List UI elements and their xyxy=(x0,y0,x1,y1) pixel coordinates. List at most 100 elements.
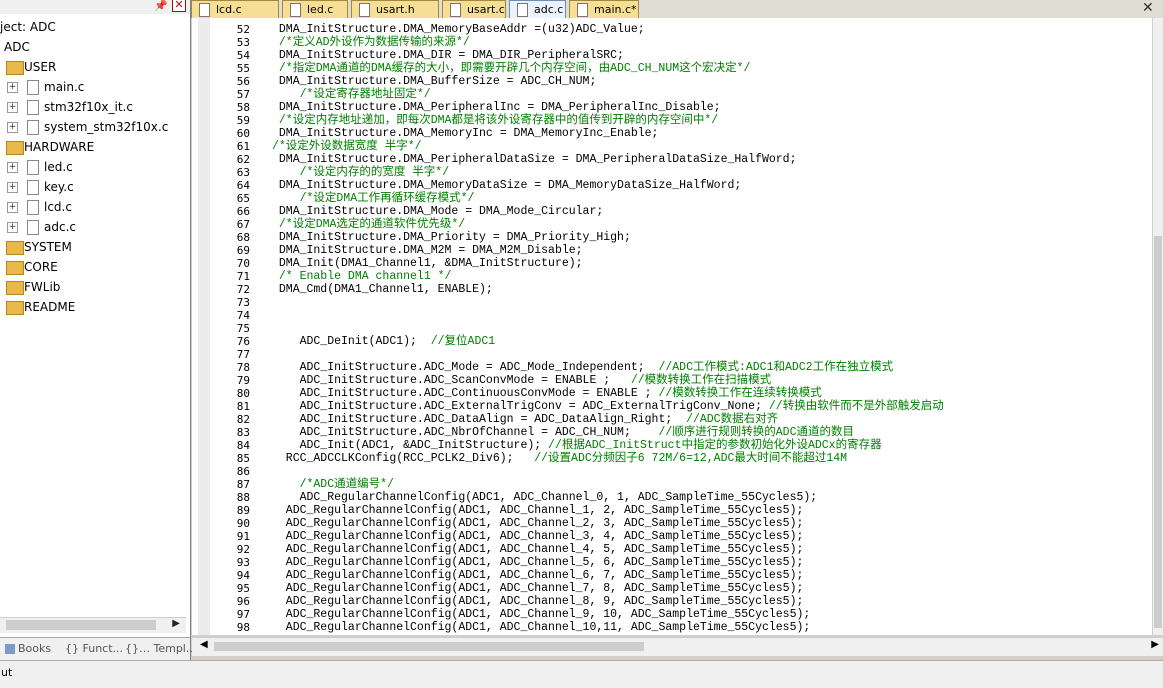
code-line[interactable]: ADC_RegularChannelConfig(ADC1, ADC_Chann… xyxy=(272,491,818,504)
code-line[interactable]: /*设定内存地址递加，即每次DMA都是将该外设寄存器中的值传到开辟的内存空间中*… xyxy=(272,114,718,127)
code-line[interactable]: DMA_InitStructure.DMA_Mode = DMA_Mode_Ci… xyxy=(272,205,603,218)
line-number: 71 xyxy=(236,270,250,283)
expand-icon[interactable]: + xyxy=(7,222,18,233)
tab-books[interactable]: Books xyxy=(2,640,54,658)
code-line[interactable]: DMA_InitStructure.DMA_BufferSize = ADC_C… xyxy=(272,75,596,88)
tab-led-c[interactable]: led.c xyxy=(282,0,348,18)
close-icon[interactable]: ✕ xyxy=(1142,0,1154,16)
file-item[interactable]: + led.c xyxy=(0,157,186,177)
code-line[interactable]: ADC_Init(ADC1, &ADC_InitStructure); //根据… xyxy=(272,439,882,452)
scroll-thumb[interactable] xyxy=(1154,236,1162,628)
file-item[interactable]: + key.c xyxy=(0,177,186,197)
code-line[interactable]: DMA_InitStructure.DMA_Priority = DMA_Pri… xyxy=(272,231,631,244)
line-number: 61 xyxy=(236,140,250,153)
code-line[interactable]: DMA_InitStructure.DMA_MemoryDataSize = D… xyxy=(272,179,741,192)
line-number: 75 xyxy=(236,322,250,335)
code-line[interactable]: ADC_RegularChannelConfig(ADC1, ADC_Chann… xyxy=(272,504,804,517)
code-line[interactable]: ADC_RegularChannelConfig(ADC1, ADC_Chann… xyxy=(272,608,811,621)
code-line[interactable]: /*设定寄存器地址固定*/ xyxy=(272,88,431,101)
tab-templates[interactable]: {}… Templ... xyxy=(122,640,199,658)
scroll-thumb[interactable] xyxy=(6,620,156,630)
tab-adc-c[interactable]: adc.c xyxy=(509,0,566,19)
tab-main-c-[interactable]: main.c* xyxy=(569,0,639,18)
code-line[interactable]: ADC_RegularChannelConfig(ADC1, ADC_Chann… xyxy=(272,530,804,543)
folder-system[interactable]: SYSTEM xyxy=(0,237,186,257)
scroll-right-icon[interactable]: ▶ xyxy=(172,618,180,629)
line-number: 90 xyxy=(236,517,250,530)
tab-usart-h[interactable]: usart.h xyxy=(351,0,439,18)
scroll-left-icon[interactable]: ◀ xyxy=(200,639,208,650)
file-icon xyxy=(27,100,39,115)
code-line[interactable]: /*设定DMA工作再循环缓存模式*/ xyxy=(272,192,475,205)
editor-horizontal-scrollbar[interactable]: ◀ ▶ xyxy=(192,637,1163,656)
code-line[interactable]: ADC_RegularChannelConfig(ADC1, ADC_Chann… xyxy=(272,517,804,530)
code-line[interactable]: /*设定DMA选定的通道软件优先级*/ xyxy=(272,218,465,231)
scroll-thumb[interactable] xyxy=(214,642,644,651)
line-number: 74 xyxy=(236,309,250,322)
code-line[interactable]: DMA_InitStructure.DMA_MemoryInc = DMA_Me… xyxy=(272,127,659,140)
expand-icon[interactable]: + xyxy=(7,102,18,113)
folder-user[interactable]: USER xyxy=(0,57,186,77)
code-line[interactable]: ADC_RegularChannelConfig(ADC1, ADC_Chann… xyxy=(272,543,804,556)
inline-comment: //ADC数据右对齐 xyxy=(686,413,779,426)
tab-lcd-c[interactable]: lcd.c xyxy=(191,0,279,18)
project-horizontal-scrollbar[interactable]: ▶ xyxy=(0,617,186,633)
expand-icon[interactable]: + xyxy=(7,162,18,173)
code-line[interactable]: ADC_RegularChannelConfig(ADC1, ADC_Chann… xyxy=(272,582,804,595)
code-line[interactable]: DMA_Cmd(DMA1_Channel1, ENABLE); xyxy=(272,283,493,296)
file-label: key.c xyxy=(44,180,74,194)
expand-icon[interactable]: + xyxy=(7,122,18,133)
project-bottom-tabs: Books {} Funct... {}… Templ... xyxy=(0,637,196,660)
code-line[interactable]: DMA_Init(DMA1_Channel1, &DMA_InitStructu… xyxy=(272,257,583,270)
code-line[interactable]: ADC_InitStructure.ADC_NbrOfChannel = ADC… xyxy=(272,426,854,439)
pin-icon[interactable]: 📌 xyxy=(154,0,168,12)
tab-functions[interactable]: {} Funct... xyxy=(62,640,126,658)
line-number: 86 xyxy=(236,465,250,478)
code-line[interactable]: DMA_InitStructure.DMA_M2M = DMA_M2M_Disa… xyxy=(272,244,583,257)
code-line[interactable]: ADC_RegularChannelConfig(ADC1, ADC_Chann… xyxy=(272,621,811,634)
code-line[interactable]: /*设定外设数据宽度 半字*/ xyxy=(272,140,422,153)
tab-usart-c[interactable]: usart.c xyxy=(442,0,506,18)
code-line[interactable]: ADC_InitStructure.ADC_ContinuousConvMode… xyxy=(272,387,822,400)
expand-icon[interactable]: + xyxy=(7,182,18,193)
file-item[interactable]: + stm32f10x_it.c xyxy=(0,97,186,117)
code-line[interactable]: ADC_RegularChannelConfig(ADC1, ADC_Chann… xyxy=(272,595,804,608)
folder-hardware[interactable]: HARDWARE xyxy=(0,137,186,157)
code-line[interactable]: DMA_InitStructure.DMA_PeripheralDataSize… xyxy=(272,153,797,166)
editor-tab-bar: lcd.c led.c usart.h usart.c adc.c main.c* xyxy=(191,0,1163,19)
scroll-right-icon[interactable]: ▶ xyxy=(1151,639,1159,650)
code-line[interactable]: ADC_DeInit(ADC1); //复位ADC1 xyxy=(272,335,496,348)
expand-icon[interactable]: + xyxy=(7,202,18,213)
folder-fwlib[interactable]: FWLib xyxy=(0,277,186,297)
folder-readme[interactable]: README xyxy=(0,297,186,317)
file-item[interactable]: + lcd.c xyxy=(0,197,186,217)
code-line[interactable]: /*指定DMA通道的DMA缓存的大小，即需要开辟几个内存空间，由ADC_CH_N… xyxy=(272,62,751,75)
project-root[interactable]: ADC xyxy=(4,37,30,57)
code-line[interactable]: ADC_RegularChannelConfig(ADC1, ADC_Chann… xyxy=(272,556,804,569)
editor-vertical-scrollbar[interactable] xyxy=(1153,18,1163,635)
code-line[interactable]: /*设定内存的的宽度 半字*/ xyxy=(272,166,450,179)
code-line[interactable]: /* Enable DMA channel1 */ xyxy=(272,270,452,283)
code-line[interactable]: ADC_InitStructure.ADC_DataAlign = ADC_Da… xyxy=(272,413,779,426)
code-line[interactable]: ADC_InitStructure.ADC_ScanConvMode = ENA… xyxy=(272,374,772,387)
code-line[interactable]: ADC_InitStructure.ADC_ExternalTrigConv =… xyxy=(272,400,944,413)
code-line[interactable]: DMA_InitStructure.DMA_DIR = DMA_DIR_Peri… xyxy=(272,49,624,62)
close-icon[interactable]: ✕ xyxy=(172,0,186,12)
file-item[interactable]: + system_stm32f10x.c xyxy=(0,117,186,137)
file-item[interactable]: + main.c xyxy=(0,77,186,97)
code-line[interactable]: ADC_RegularChannelConfig(ADC1, ADC_Chann… xyxy=(272,569,804,582)
code-line[interactable]: DMA_InitStructure.DMA_MemoryBaseAddr =(u… xyxy=(272,23,645,36)
code-line[interactable]: ADC_InitStructure.ADC_Mode = ADC_Mode_In… xyxy=(272,361,894,374)
line-number: 67 xyxy=(236,218,250,231)
code-line[interactable]: DMA_InitStructure.DMA_PeripheralInc = DM… xyxy=(272,101,721,114)
file-item[interactable]: + adc.c xyxy=(0,217,186,237)
code-line[interactable]: /*ADC通道编号*/ xyxy=(272,478,394,491)
code-editor[interactable]: 52 53 54 55 56 57 58 59 60 61 62 63 64 65 66 67 68 69 70 71… xyxy=(192,18,1152,635)
folder-core[interactable]: CORE xyxy=(0,257,186,277)
folder-label: HARDWARE xyxy=(24,140,95,154)
line-number: 78 xyxy=(236,361,250,374)
code-line[interactable]: RCC_ADCCLKConfig(RCC_PCLK2_Div6); //设置AD… xyxy=(272,452,847,465)
expand-icon[interactable]: + xyxy=(7,82,18,93)
line-number: 70 xyxy=(236,257,250,270)
code-line[interactable]: /*定义AD外设作为数据传输的来源*/ xyxy=(272,36,470,49)
